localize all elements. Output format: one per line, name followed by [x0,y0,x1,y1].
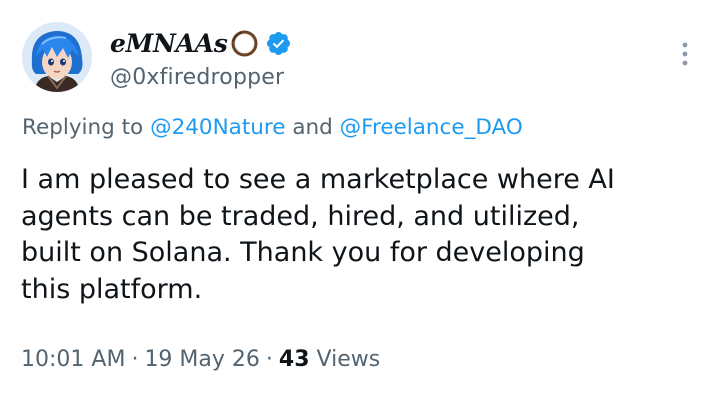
tweet-body: I am pleased to see a marketplace where … [21,162,691,308]
meta-separator: · [131,347,139,372]
coconut-icon [230,29,259,58]
meta-separator: · [265,347,273,372]
avatar[interactable] [22,22,92,92]
author-block: eMNAAs @0xfiredropper [110,24,292,90]
tweet-meta: 10:01 AM · 19 May 26 · 43 Views [21,347,380,372]
tweet: eMNAAs @0xfiredropper Replying to @240Na… [0,0,720,401]
tweet-body-line: agents can be traded, hired, and utilize… [21,200,580,232]
replying-to-line: Replying to @240Nature and @Freelance_DA… [22,115,523,140]
tweet-body-line: I am pleased to see a marketplace where … [21,164,615,195]
author-handle[interactable]: @0xfiredropper [110,65,292,90]
display-name-row: eMNAAs [110,24,292,62]
views-label: Views [316,347,381,372]
views-count[interactable]: 43 [279,347,310,372]
tweet-date[interactable]: 19 May 26 [144,347,259,372]
display-name[interactable]: eMNAAs [110,29,228,58]
replying-to-label: Replying to [22,115,144,140]
tweet-body-line: built on Solana. Thank you for developin… [21,237,585,268]
more-vertical-icon [682,42,688,66]
mention-link-240nature[interactable]: @240Nature [150,115,285,140]
tweet-time[interactable]: 10:01 AM [21,347,125,372]
avatar-image [22,22,92,92]
more-options-button[interactable] [680,40,690,70]
verified-badge-icon[interactable] [265,30,292,57]
mention-link-freelance-dao[interactable]: @Freelance_DAO [340,115,523,140]
tweet-body-line: this platform. [21,273,203,305]
replying-conjunction: and [292,115,333,140]
